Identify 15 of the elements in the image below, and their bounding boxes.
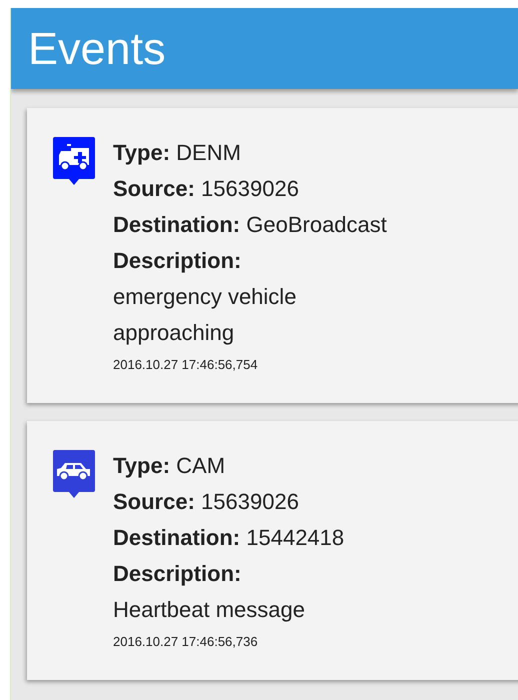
event-field: Source: 15639026 [113,484,373,520]
field-label: Description: [113,560,242,588]
event-field: Destination: 15442418 [113,520,373,556]
event-field: Type: DENM [113,135,387,171]
field-label: Description: [113,247,242,275]
description-text: emergency vehicle approaching [113,283,298,347]
timestamp: 2016.10.27 17:46:56,754 [113,356,259,374]
description-text: Heartbeat message [113,596,306,624]
event-field: Type: CAM [113,448,373,484]
header-title: Events [28,22,166,74]
event-field: Destination: GeoBroadcast [113,207,387,243]
event-field: Source: 15639026 [113,171,387,207]
timestamp: 2016.10.27 17:46:56,736 [113,633,259,651]
car-icon [51,448,97,500]
ambulance-icon [51,135,97,187]
